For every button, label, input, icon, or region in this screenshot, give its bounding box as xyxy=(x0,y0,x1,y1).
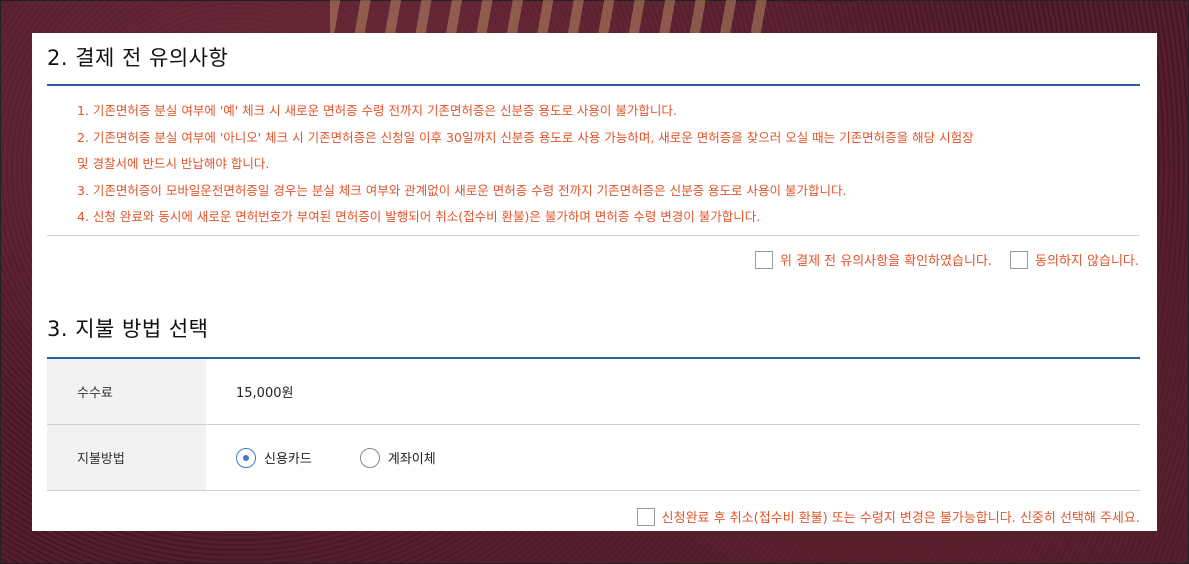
agree-label: 위 결제 전 유의사항을 확인하였습니다. xyxy=(780,254,993,269)
section-title-payment-method: 3. 지불 방법 선택 xyxy=(47,317,209,341)
notice-item: 1. 기존면허증 분실 여부에 '예' 체크 시 새로운 면허증 수령 전까지 … xyxy=(77,103,677,118)
notice-divider xyxy=(47,235,1140,236)
radio-bank-transfer[interactable]: 계좌이체 xyxy=(359,447,436,468)
radio-unselected-icon[interactable] xyxy=(359,447,380,468)
final-confirm-checkbox[interactable] xyxy=(636,507,655,526)
disagree-checkbox[interactable] xyxy=(1010,250,1029,269)
payment-table: 수수료 15,000원 지불방법 신용카드 계좌이체 xyxy=(47,359,1140,491)
agree-checkbox[interactable] xyxy=(755,250,774,269)
fee-row: 수수료 15,000원 xyxy=(47,359,1140,425)
disagree-option[interactable]: 동의하지 않습니다. xyxy=(1010,250,1139,269)
radio-label: 신용카드 xyxy=(264,452,312,467)
section-title-payment-notice: 2. 결제 전 유의사항 xyxy=(47,46,229,70)
fee-label: 수수료 xyxy=(47,359,206,424)
content-panel: 2. 결제 전 유의사항 1. 기존면허증 분실 여부에 '예' 체크 시 새로… xyxy=(32,33,1157,531)
notice-item: 2. 기존면허증 분실 여부에 '아니오' 체크 시 기존면허증은 신청일 이후… xyxy=(77,129,974,145)
notice-list: 1. 기존면허증 분실 여부에 '예' 체크 시 새로운 면허증 수령 전까지 … xyxy=(77,98,1137,231)
radio-selected-icon[interactable] xyxy=(236,447,256,468)
notice-item: 및 경찰서에 반드시 반납해야 합니다. xyxy=(77,156,270,171)
method-label: 지불방법 xyxy=(47,425,206,490)
section-divider xyxy=(47,84,1140,86)
final-confirm-option[interactable]: 신청완료 후 취소(접수비 환불) 또는 수령지 변경은 불가능합니다. 신중히… xyxy=(636,507,1140,526)
disagree-label: 동의하지 않습니다. xyxy=(1035,254,1139,269)
background-emblem xyxy=(330,0,770,34)
method-row: 지불방법 신용카드 계좌이체 xyxy=(47,425,1140,491)
method-options: 신용카드 계좌이체 xyxy=(206,425,1140,490)
agreement-row: 위 결제 전 유의사항을 확인하였습니다. 동의하지 않습니다. xyxy=(737,250,1139,269)
fee-value: 15,000원 xyxy=(236,386,294,401)
notice-item: 3. 기존면허증이 모바일운전면허증일 경우는 분실 체크 여부와 관계없이 새… xyxy=(77,182,847,198)
radio-credit-card[interactable]: 신용카드 xyxy=(236,447,312,468)
notice-item: 4. 신청 완료와 동시에 새로운 면허번호가 부여된 면허증이 발행되어 취소… xyxy=(77,209,761,224)
radio-label: 계좌이체 xyxy=(387,452,436,467)
final-confirm-label: 신청완료 후 취소(접수비 환불) 또는 수령지 변경은 불가능합니다. 신중히… xyxy=(661,511,1140,526)
agree-option[interactable]: 위 결제 전 유의사항을 확인하였습니다. xyxy=(755,250,992,269)
